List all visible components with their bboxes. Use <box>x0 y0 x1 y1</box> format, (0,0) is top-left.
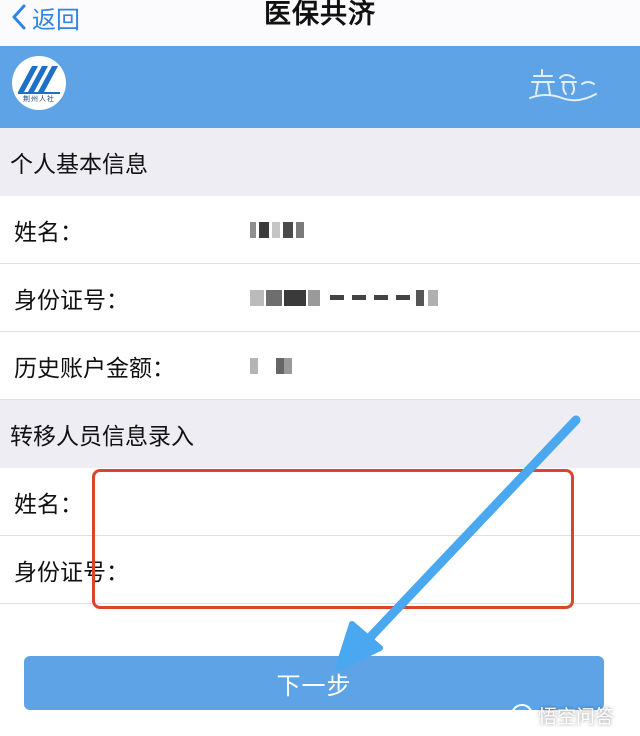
masked-balance-value <box>250 357 296 374</box>
masked-name-value <box>250 221 306 238</box>
header-banner: 荆州人社 <box>0 46 640 128</box>
transfer-name-label: 姓名： <box>14 491 83 518</box>
wukong-logo-icon <box>511 704 533 726</box>
section-header-transfer: 转移人员信息录入 <box>0 400 640 468</box>
watermark-text: 悟空问答 <box>538 705 615 728</box>
watermark: 悟空问答 <box>510 700 614 730</box>
account-balance-label: 历史账户金额： <box>14 355 175 382</box>
name-label: 姓名： <box>14 219 83 246</box>
info-row-id: 身份证号： <box>0 264 640 332</box>
info-row-name: 姓名： <box>0 196 640 264</box>
id-number-label: 身份证号： <box>14 287 129 314</box>
input-highlight-box <box>92 469 574 609</box>
agency-logo: 荆州人社 <box>12 56 66 110</box>
logo-text: 荆州人社 <box>23 95 55 103</box>
pavilion-decoration-icon <box>529 69 597 102</box>
info-row-balance: 历史账户金额： <box>0 332 640 400</box>
nav-bar: 返回 医保共济 <box>0 0 640 46</box>
masked-id-value <box>250 289 440 306</box>
section-header-personal: 个人基本信息 <box>0 128 640 196</box>
page-title: 医保共济 <box>264 0 376 30</box>
